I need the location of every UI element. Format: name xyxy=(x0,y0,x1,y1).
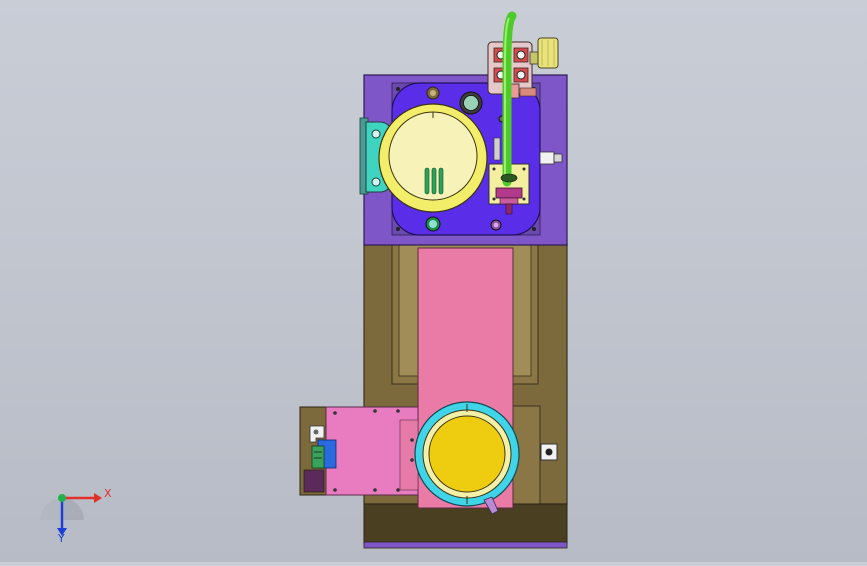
carriage[interactable] xyxy=(299,406,419,496)
cad-canvas[interactable]: X Y xyxy=(0,0,867,562)
orientation-triad: X Y xyxy=(40,487,112,545)
x-axis-label: X xyxy=(104,487,112,500)
z-axis-dot xyxy=(58,494,66,502)
y-axis-label: Y xyxy=(57,532,65,545)
adjust-knob[interactable] xyxy=(529,37,559,69)
x-arrow-head xyxy=(94,493,102,503)
main-disc[interactable] xyxy=(378,103,488,213)
top-manifold[interactable] xyxy=(487,41,537,99)
cad-viewport[interactable]: X Y xyxy=(0,0,867,562)
